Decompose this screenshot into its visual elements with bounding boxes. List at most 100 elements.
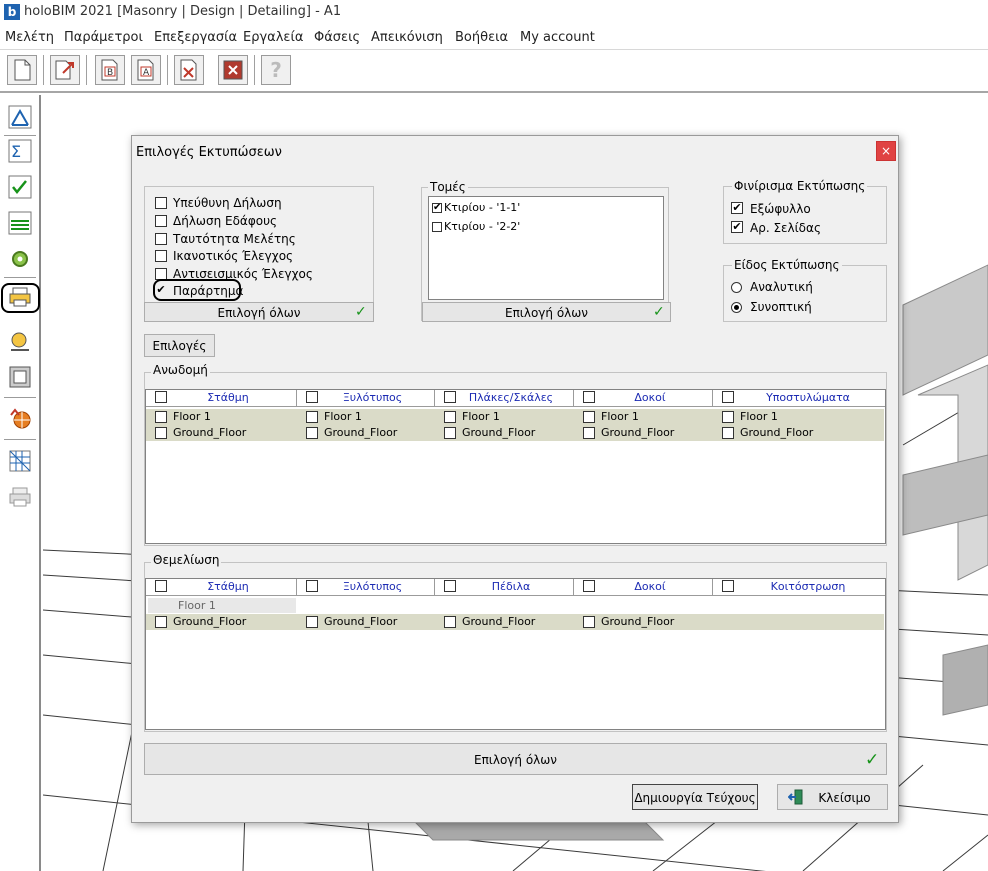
grid-cell[interactable]: Ground_Floor xyxy=(435,614,574,630)
mesh-button[interactable] xyxy=(6,447,34,475)
menu-project[interactable]: Μελέτη xyxy=(5,30,54,45)
grid-cell[interactable]: Floor 1 xyxy=(574,409,713,425)
row-checkbox[interactable] xyxy=(444,427,456,439)
table-row: Ground_Floor Ground_Floor Ground_Floor G… xyxy=(146,425,884,441)
report-checkbox-responsible-declaration[interactable] xyxy=(155,197,167,209)
print-preview-button[interactable] xyxy=(6,483,34,511)
print-finishing-label: Φινίρισμα Εκτύπωσης xyxy=(732,179,868,193)
layers-icon xyxy=(8,211,32,235)
sum-button[interactable]: Σ xyxy=(6,137,34,165)
menu-view[interactable]: Απεικόνιση xyxy=(371,30,443,45)
row-checkbox[interactable] xyxy=(155,427,167,439)
row-checkbox[interactable] xyxy=(583,427,595,439)
grid-cell[interactable]: Ground_Floor xyxy=(435,425,574,441)
create-volume-button[interactable]: Δημιουργία Τεύχους xyxy=(632,784,758,810)
check-icon: ✓ xyxy=(865,750,880,770)
row-checkbox[interactable] xyxy=(306,616,318,628)
grid-cell[interactable]: Ground_Floor xyxy=(146,614,297,630)
grid-cell[interactable]: Floor 1 xyxy=(297,409,435,425)
toolbar-separator xyxy=(167,55,168,85)
measure-button[interactable] xyxy=(6,327,34,355)
options-button[interactable]: Επιλογές xyxy=(144,334,215,357)
print-type-label: Είδος Εκτύπωσης xyxy=(732,258,842,272)
foundation-grid-header: Στάθμη Ξυλότυπος Πέδιλα Δοκοί Κοιτόστρωσ… xyxy=(146,579,885,596)
sections-select-all-button[interactable]: Επιλογή όλων ✓ xyxy=(422,302,671,322)
close-box-icon xyxy=(223,60,243,80)
report-label-project-identity: Ταυτότητα Μελέτης xyxy=(173,232,296,246)
globe-export-button[interactable] xyxy=(6,405,34,433)
row-checkbox[interactable] xyxy=(583,616,595,628)
close-icon: × xyxy=(880,144,892,158)
grid-cell[interactable]: Floor 1 xyxy=(146,409,297,425)
grid-cell[interactable]: Ground_Floor xyxy=(297,425,435,441)
reports-select-all-button[interactable]: Επιλογή όλων ✓ xyxy=(144,302,374,322)
col-header-beams: Δοκοί xyxy=(574,579,713,595)
col-header-formwork: Ξυλότυπος xyxy=(297,579,435,595)
row-checkbox[interactable] xyxy=(722,427,734,439)
delete-doc-button[interactable] xyxy=(174,55,204,85)
report-b-icon: B xyxy=(101,59,118,81)
select-all-bottom-button[interactable]: Επιλογή όλων ✓ xyxy=(144,743,887,775)
row-checkbox[interactable] xyxy=(583,411,595,423)
superstructure-grid-header: Στάθμη Ξυλότυπος Πλάκες/Σκάλες Δοκοί Υπο… xyxy=(146,390,885,407)
toolbar-separator xyxy=(43,55,44,85)
menu-my-account[interactable]: My account xyxy=(520,30,595,45)
menu-help[interactable]: Βοήθεια xyxy=(455,30,508,45)
dialog-close-button[interactable]: × xyxy=(876,141,896,161)
menu-edit[interactable]: Επεξεργασία xyxy=(154,30,237,45)
title-bar: b holoBIM 2021 [Masonry | Design | Detai… xyxy=(0,0,988,26)
col-header-raft: Κοιτόστρωση xyxy=(713,579,885,595)
menu-parameters[interactable]: Παράμετροι xyxy=(64,30,143,45)
close-button[interactable]: Κλείσιμο xyxy=(777,784,888,810)
print-type-radio-analytic[interactable] xyxy=(731,282,742,293)
row-checkbox[interactable] xyxy=(306,411,318,423)
menu-tools[interactable]: Εργαλεία xyxy=(243,30,303,45)
row-checkbox[interactable] xyxy=(722,411,734,423)
frame-button[interactable] xyxy=(6,363,34,391)
grid-cell[interactable]: Ground_Floor xyxy=(146,425,297,441)
row-checkbox[interactable] xyxy=(444,616,456,628)
help-button[interactable]: ? xyxy=(261,55,291,85)
sidebar-separator xyxy=(4,439,36,440)
row-checkbox[interactable] xyxy=(306,427,318,439)
report-b-button[interactable]: B xyxy=(95,55,125,85)
print-type-radio-summary[interactable] xyxy=(731,302,742,313)
finishing-label-page-number: Αρ. Σελίδας xyxy=(750,221,821,235)
open-export-button[interactable] xyxy=(50,55,80,85)
section-checkbox-2-2[interactable] xyxy=(432,222,442,232)
grid-cell[interactable]: Floor 1 xyxy=(713,409,885,425)
left-tool-sidebar: Σ xyxy=(0,95,41,871)
row-checkbox[interactable] xyxy=(155,411,167,423)
grid-cell[interactable]: Ground_Floor xyxy=(713,425,885,441)
checklist-icon xyxy=(8,175,32,199)
row-checkbox[interactable] xyxy=(155,616,167,628)
design-check-button[interactable] xyxy=(6,103,34,131)
layers-button[interactable] xyxy=(6,209,34,237)
checklist-button[interactable] xyxy=(6,173,34,201)
print-preview-icon xyxy=(9,487,31,507)
section-checkbox-1-1[interactable]: ✔ xyxy=(432,203,442,213)
close-box-button[interactable] xyxy=(218,55,248,85)
printer-highlight-ring xyxy=(1,283,40,313)
report-checkbox-soil-declaration[interactable] xyxy=(155,215,167,227)
gear-button[interactable] xyxy=(6,245,34,273)
grid-cell[interactable]: Ground_Floor xyxy=(574,614,713,630)
report-a-button[interactable]: A xyxy=(131,55,161,85)
grid-cell[interactable]: Ground_Floor xyxy=(297,614,435,630)
report-label-responsible-declaration: Υπεύθυνη Δήλωση xyxy=(173,196,282,210)
grid-cell[interactable]: Floor 1 xyxy=(435,409,574,425)
sum-icon: Σ xyxy=(8,139,32,163)
grid-cell[interactable]: Ground_Floor xyxy=(574,425,713,441)
report-checkbox-capacity-check[interactable] xyxy=(155,250,167,262)
globe-export-icon xyxy=(10,408,31,429)
finishing-checkbox-page-number[interactable]: ✔ xyxy=(731,221,743,233)
new-file-button[interactable] xyxy=(7,55,37,85)
row-checkbox[interactable] xyxy=(444,411,456,423)
finishing-checkbox-cover[interactable]: ✔ xyxy=(731,202,743,214)
col-header-columns: Υποστυλώματα xyxy=(713,390,885,406)
check-icon: ✓ xyxy=(355,304,367,320)
sidebar-separator xyxy=(4,397,36,398)
report-checkbox-project-identity[interactable] xyxy=(155,233,167,245)
dialog-title: Επιλογές Εκτυπώσεων xyxy=(136,145,282,160)
menu-phases[interactable]: Φάσεις xyxy=(314,30,360,45)
